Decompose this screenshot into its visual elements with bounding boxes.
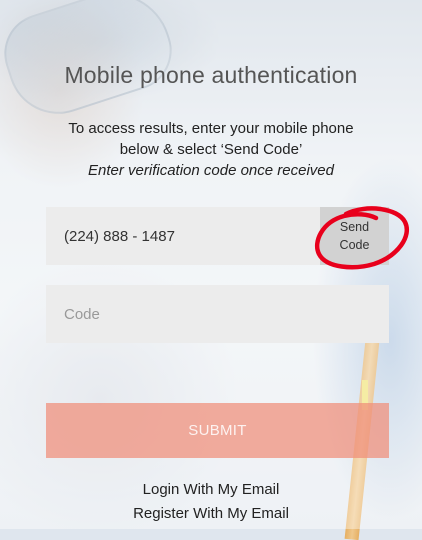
code-input[interactable]: Code <box>46 285 389 343</box>
register-with-email-link[interactable]: Register With My Email <box>0 505 422 522</box>
instructions-italic: Enter verification code once received <box>88 162 334 179</box>
instructions: To access results, enter your mobile pho… <box>20 118 402 181</box>
submit-button[interactable]: SUBMIT <box>46 403 389 458</box>
send-code-label-line-1: Send <box>339 220 370 234</box>
instructions-line-1: To access results, enter your mobile pho… <box>68 120 354 137</box>
send-code-button[interactable]: Send Code <box>320 207 389 265</box>
instructions-line-2: below & select ‘Send Code’ <box>119 141 303 158</box>
send-code-label-line-2: Code <box>339 238 370 252</box>
login-with-email-link[interactable]: Login With My Email <box>0 481 422 498</box>
page-title: Mobile phone authentication <box>64 62 358 88</box>
phone-input[interactable]: (224) 888 - 1487 <box>46 207 320 265</box>
